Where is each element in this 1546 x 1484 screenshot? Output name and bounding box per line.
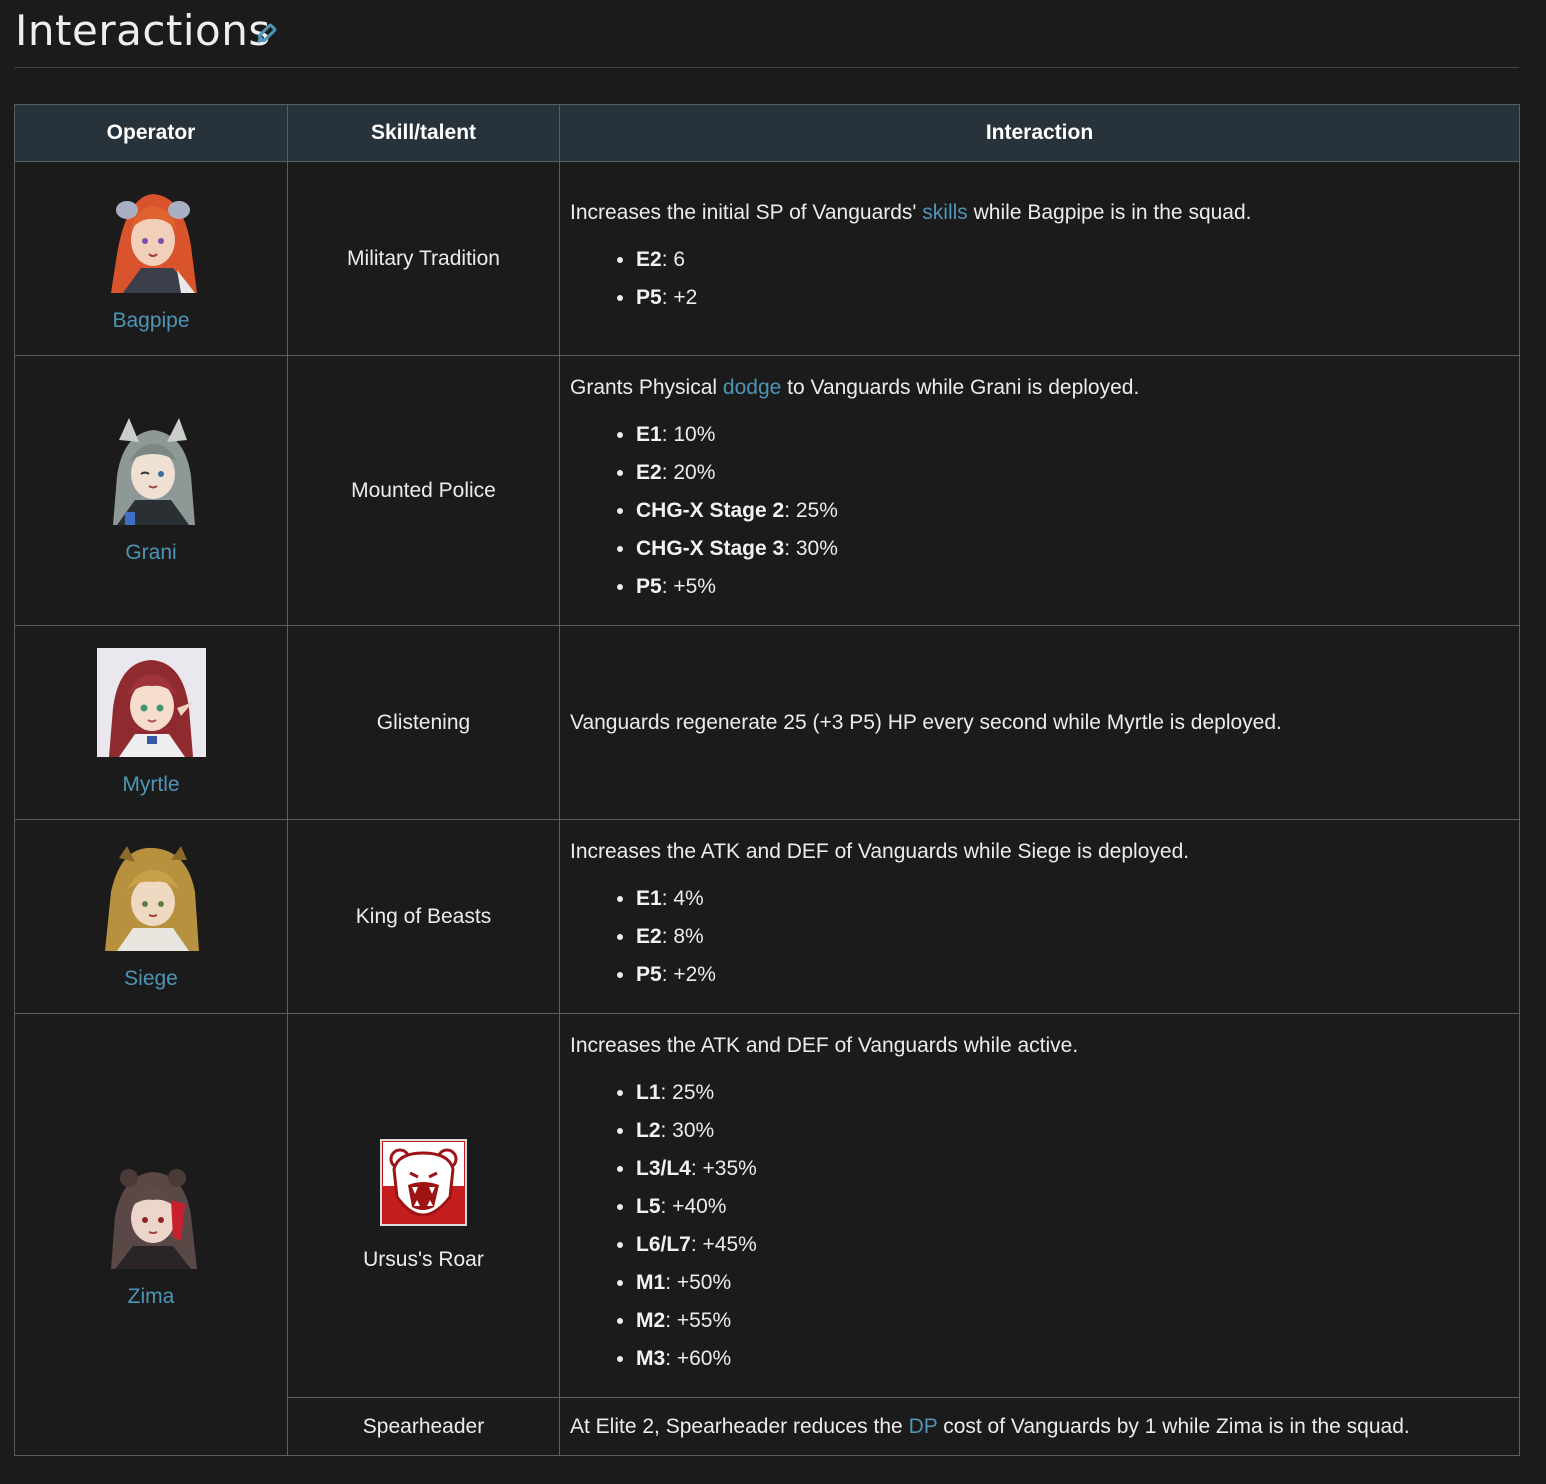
skill-cell: Spearheader xyxy=(287,1397,560,1456)
skill-cell: Glistening xyxy=(287,625,560,820)
bullet-list: E1: 10% E2: 20% CHG-X Stage 2: 25% CHG-X… xyxy=(570,416,1509,606)
interaction-text: At Elite 2, Spearheader reduces the xyxy=(570,1414,903,1438)
interaction-text: Increases the ATK and DEF of Vanguards w… xyxy=(570,839,1190,863)
interaction-text: Increases the initial SP of Vanguards' xyxy=(570,200,917,224)
list-item: E2: 6 xyxy=(636,241,1509,279)
operator-link-siege[interactable]: Siege xyxy=(15,967,287,991)
list-item: E1: 4% xyxy=(636,880,1509,918)
interaction-text: Grants Physical xyxy=(570,375,718,399)
interaction-cell: Increases the ATK and DEF of Vanguards w… xyxy=(559,1013,1520,1398)
list-item: M2: +55% xyxy=(636,1302,1509,1340)
table-row: Grani Mounted Police Grants Physical dod… xyxy=(14,355,1520,626)
table-row: Siege King of Beasts Increases the ATK a… xyxy=(14,819,1520,1014)
list-item: CHG-X Stage 2: 25% xyxy=(636,492,1509,530)
interaction-text: cost of Vanguards by 1 while Zima is in … xyxy=(943,1414,1410,1438)
header-row: Operator Skill/talent Interaction xyxy=(14,104,1520,162)
header-interaction: Interaction xyxy=(559,104,1520,162)
operator-cell: Myrtle xyxy=(14,625,288,820)
list-item: P5: +2% xyxy=(636,956,1509,994)
list-item: L6/L7: +45% xyxy=(636,1226,1509,1264)
section-heading: Interactions xyxy=(14,0,1519,68)
skill-cell: Ursus's Roar xyxy=(287,1013,560,1398)
operator-cell: Zima xyxy=(14,1013,288,1456)
table-row: Zima Ursus's Roar Increases the ATK and xyxy=(14,1013,1520,1456)
roaring-bear-icon xyxy=(380,1139,467,1226)
header-operator: Operator xyxy=(14,104,288,162)
siege-portrait[interactable] xyxy=(96,842,206,951)
list-item: E1: 10% xyxy=(636,416,1509,454)
list-item: M3: +60% xyxy=(636,1340,1509,1378)
interaction-text: while Bagpipe is in the squad. xyxy=(973,200,1252,224)
operator-link-bagpipe[interactable]: Bagpipe xyxy=(15,309,287,333)
operator-cell: Bagpipe xyxy=(14,161,288,356)
zima-portrait[interactable] xyxy=(96,1160,206,1269)
skill-cell: Military Tradition xyxy=(287,161,560,356)
skills-link[interactable]: skills xyxy=(922,201,968,224)
bullet-list: L1: 25% L2: 30% L3/L4: +35% L5: +40% L6/… xyxy=(570,1074,1509,1378)
section-title: Interactions xyxy=(15,6,271,55)
list-item: E2: 20% xyxy=(636,454,1509,492)
interaction-cell: Vanguards regenerate 25 (+3 P5) HP every… xyxy=(559,625,1520,820)
grani-portrait[interactable] xyxy=(96,416,206,525)
list-item: L2: 30% xyxy=(636,1112,1509,1150)
list-item: L3/L4: +35% xyxy=(636,1150,1509,1188)
pencil-icon[interactable] xyxy=(252,22,278,48)
interaction-text: Vanguards regenerate 25 (+3 P5) HP every… xyxy=(570,710,1282,734)
interaction-text: Increases the ATK and DEF of Vanguards w… xyxy=(570,1033,1079,1057)
myrtle-portrait[interactable] xyxy=(96,648,206,757)
header-skill: Skill/talent xyxy=(287,104,560,162)
interactions-table: Operator Skill/talent Interaction Bagpip… xyxy=(14,104,1520,1456)
bagpipe-portrait[interactable] xyxy=(96,184,206,293)
list-item: L1: 25% xyxy=(636,1074,1509,1112)
interaction-cell: Increases the initial SP of Vanguards' s… xyxy=(559,161,1520,356)
list-item: CHG-X Stage 3: 30% xyxy=(636,530,1509,568)
operator-cell: Grani xyxy=(14,355,288,626)
interaction-cell: Grants Physical dodge to Vanguards while… xyxy=(559,355,1520,626)
list-item: M1: +50% xyxy=(636,1264,1509,1302)
dp-link[interactable]: DP xyxy=(909,1415,938,1438)
table-row: Bagpipe Military Tradition Increases the… xyxy=(14,161,1520,356)
skill-cell: King of Beasts xyxy=(287,819,560,1014)
operator-link-grani[interactable]: Grani xyxy=(15,541,287,565)
operator-link-myrtle[interactable]: Myrtle xyxy=(15,773,287,797)
skill-name: Ursus's Roar xyxy=(363,1248,484,1271)
list-item: L5: +40% xyxy=(636,1188,1509,1226)
skill-cell: Mounted Police xyxy=(287,355,560,626)
dodge-link[interactable]: dodge xyxy=(723,376,781,399)
operator-cell: Siege xyxy=(14,819,288,1014)
operator-link-zima[interactable]: Zima xyxy=(15,1285,287,1309)
table-row: Myrtle Glistening Vanguards regenerate 2… xyxy=(14,625,1520,820)
list-item: E2: 8% xyxy=(636,918,1509,956)
interaction-text: to Vanguards while Grani is deployed. xyxy=(787,375,1140,399)
interaction-cell: Increases the ATK and DEF of Vanguards w… xyxy=(559,819,1520,1014)
interaction-cell: At Elite 2, Spearheader reduces the DP c… xyxy=(559,1397,1520,1456)
list-item: P5: +2 xyxy=(636,279,1509,317)
list-item: P5: +5% xyxy=(636,568,1509,606)
bullet-list: E1: 4% E2: 8% P5: +2% xyxy=(570,880,1509,994)
bullet-list: E2: 6 P5: +2 xyxy=(570,241,1509,317)
